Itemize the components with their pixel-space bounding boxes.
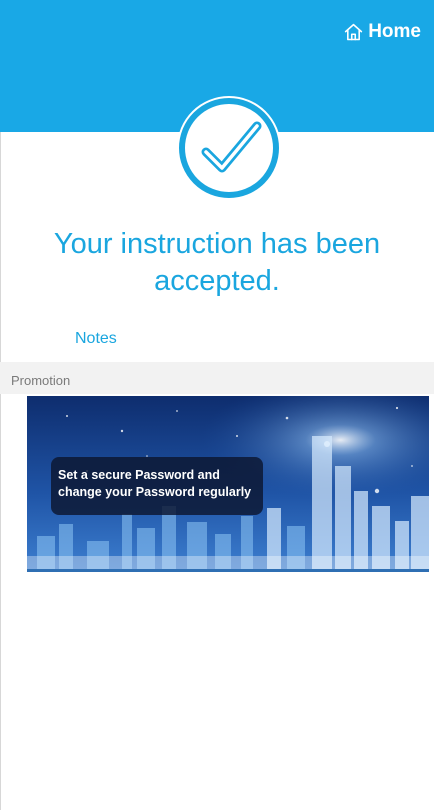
result-message: Your instruction has been accepted. [53,228,381,297]
banner-caption-line2: change your Password regularly [58,485,252,499]
home-icon [345,23,363,40]
home-label: Home [368,21,421,42]
banner-bottom-rule [27,569,429,572]
confirmation-screen: Home Your instruction has been accepted.… [0,0,434,810]
banner-caption: Set a secure Password and change your Pa… [51,457,263,515]
promotion-banner[interactable]: Set a secure Password and change your Pa… [27,396,429,572]
notes-link[interactable]: Notes [75,330,117,348]
banner-caption-line1: Set a secure Password and [58,468,220,482]
home-button[interactable]: Home [343,18,421,46]
check-circle-icon [177,96,281,200]
promotion-label: Promotion [11,373,71,388]
